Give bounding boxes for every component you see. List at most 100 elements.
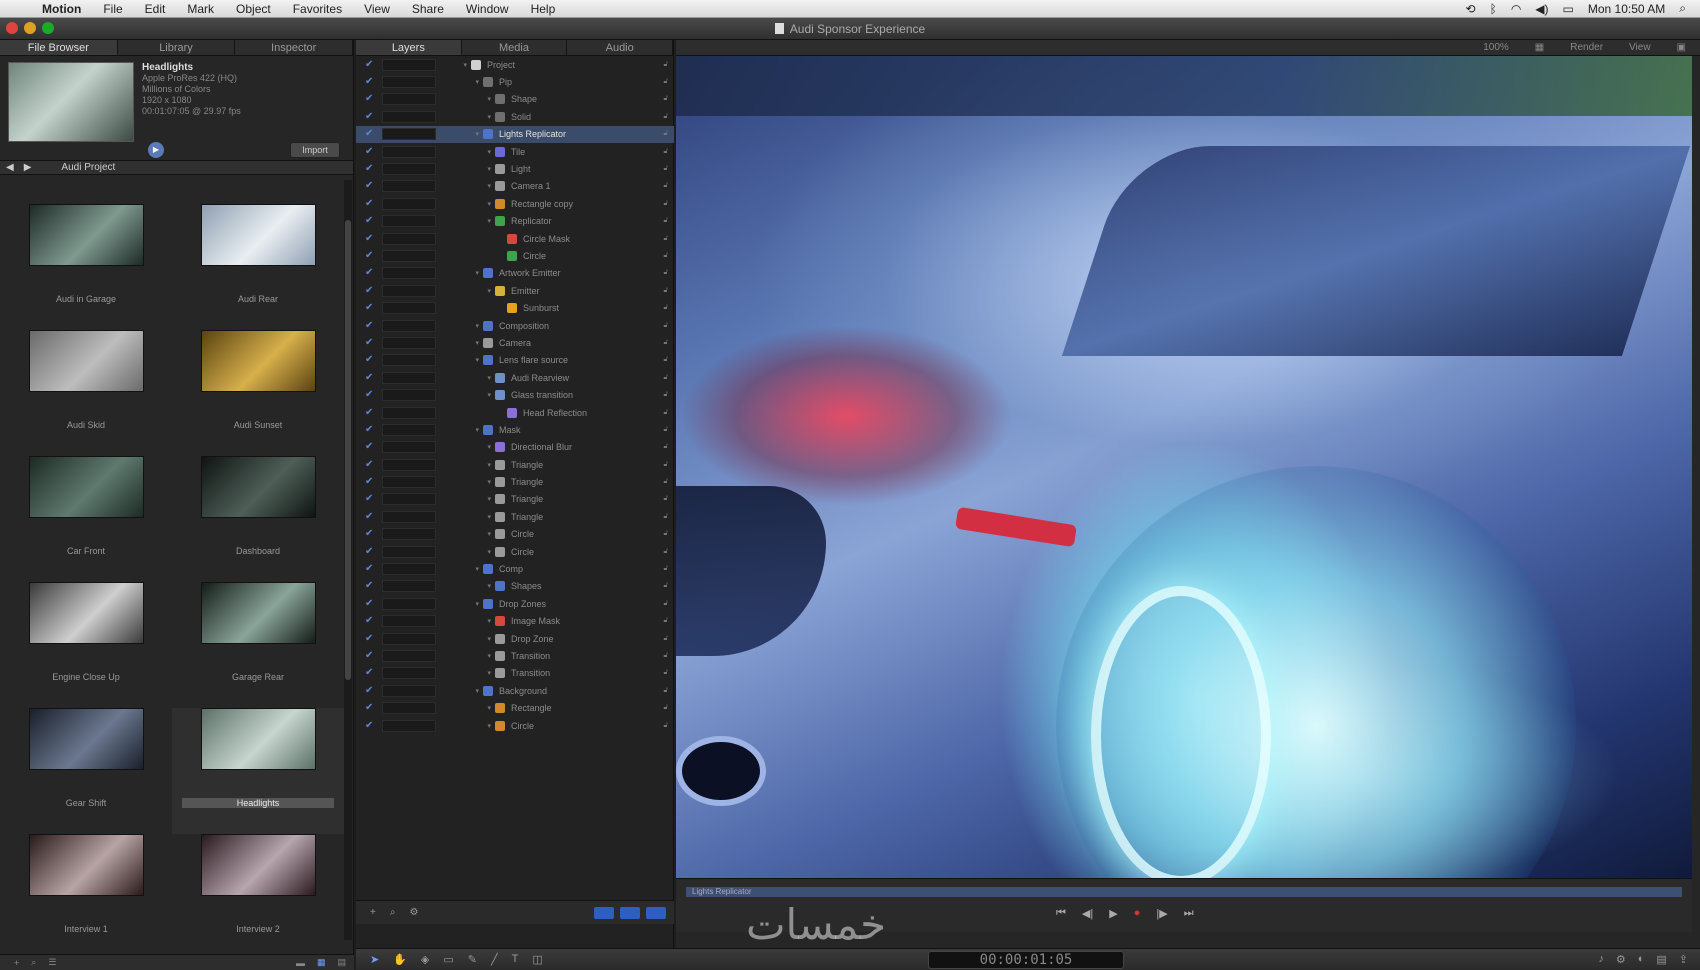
settings-icon[interactable]: ⚙ (409, 907, 418, 918)
new-folder-icon[interactable]: + (14, 958, 19, 968)
clip-item[interactable]: Car Front (0, 456, 172, 582)
layer-row[interactable]: ✔ ▾ Image Mask 🔓︎ (356, 613, 674, 630)
behaviors-icon[interactable]: ⚙ (1616, 953, 1626, 966)
lock-icon[interactable]: 🔓︎ (663, 461, 668, 469)
layer-row[interactable]: ✔ ▾ Rectangle 🔓︎ (356, 699, 674, 716)
layer-enable-checkbox[interactable]: ✔ (365, 146, 375, 157)
wifi-icon[interactable]: ◠ (1511, 2, 1521, 16)
show-behaviors-toggle[interactable] (646, 906, 666, 919)
layer-enable-checkbox[interactable]: ✔ (365, 164, 375, 174)
search-icon[interactable]: ⌕ (31, 957, 36, 968)
lock-icon[interactable]: 🔓︎ (663, 495, 668, 503)
import-button[interactable]: Import (290, 142, 340, 158)
go-to-start-icon[interactable]: ⏮ (1056, 907, 1066, 920)
lock-icon[interactable]: 🔓︎ (663, 513, 668, 521)
clip-item[interactable]: Gear Shift (0, 708, 172, 834)
clip-item[interactable]: Interview 2 (172, 834, 344, 960)
lock-icon[interactable]: 🔓︎ (663, 582, 668, 590)
search-layers-icon[interactable]: ⌕ (390, 907, 396, 918)
color-channels-icon[interactable]: ▦ (1535, 40, 1544, 55)
lock-icon[interactable]: 🔓︎ (663, 356, 668, 364)
lock-icon[interactable]: 🔓︎ (663, 669, 668, 677)
layer-row[interactable]: ✔ ▾ Transition 🔓︎ (356, 647, 674, 664)
layer-enable-checkbox[interactable]: ✔ (365, 372, 375, 383)
menu-mark[interactable]: Mark (187, 2, 214, 16)
volume-icon[interactable]: ◀) (1535, 2, 1548, 16)
battery-icon[interactable]: ▭ (1563, 2, 1574, 16)
layer-row[interactable]: ✔ ▾ Pip 🔓︎ (356, 73, 674, 90)
layer-enable-checkbox[interactable]: ✔ (365, 477, 375, 487)
go-to-end-icon[interactable]: ⏭ (1184, 907, 1194, 920)
mask-tool-icon[interactable]: ◫ (532, 953, 542, 966)
layer-enable-checkbox[interactable]: ✔ (365, 616, 375, 626)
lock-icon[interactable]: 🔓︎ (663, 687, 668, 695)
lock-icon[interactable]: 🔓︎ (663, 252, 668, 260)
layer-row[interactable]: ✔ ▾ Directional Blur 🔓︎ (356, 439, 674, 456)
layer-row[interactable]: ✔ ▾ Background 🔓︎ (356, 682, 674, 699)
layer-enable-checkbox[interactable]: ✔ (365, 285, 375, 296)
view-popup[interactable]: View (1629, 40, 1651, 55)
lock-icon[interactable]: 🔓︎ (663, 95, 668, 103)
layer-row[interactable]: ✔ ▾ Transition 🔓︎ (356, 665, 674, 682)
forward-arrow-icon[interactable]: ▶ (24, 162, 32, 173)
layer-enable-checkbox[interactable]: ✔ (365, 668, 375, 678)
step-forward-icon[interactable]: |▶ (1156, 907, 1167, 920)
layer-row[interactable]: ✔ ▾ Tile 🔓︎ (356, 143, 674, 160)
select-tool-icon[interactable]: ➤ (370, 953, 379, 966)
layer-row[interactable]: ✔ ▾ Artwork Emitter 🔓︎ (356, 265, 674, 282)
layer-enable-checkbox[interactable]: ✔ (365, 511, 375, 522)
clip-item[interactable]: Engine Close Up (0, 582, 172, 708)
layer-row[interactable]: ✔ Circle Mask 🔓︎ (356, 230, 674, 247)
layer-row[interactable]: ✔ ▾ Camera 1 🔓︎ (356, 178, 674, 195)
layer-enable-checkbox[interactable]: ✔ (365, 424, 375, 435)
lock-icon[interactable]: 🔓︎ (663, 182, 668, 190)
step-back-icon[interactable]: ◀| (1082, 907, 1093, 920)
tab-audio[interactable]: Audio (567, 40, 674, 55)
menu-view[interactable]: View (364, 2, 390, 16)
layer-enable-checkbox[interactable]: ✔ (365, 546, 375, 557)
clip-thumbnail[interactable] (200, 582, 316, 644)
layer-enable-checkbox[interactable]: ✔ (365, 685, 375, 696)
layer-row[interactable]: ✔ ▾ Camera 🔓︎ (356, 334, 674, 351)
audio-icon[interactable]: ♪ (1598, 953, 1604, 966)
layer-row[interactable]: ✔ ▾ Circle 🔓︎ (356, 543, 674, 560)
tab-inspector[interactable]: Inspector (235, 40, 354, 55)
lock-icon[interactable]: 🔓︎ (663, 704, 668, 712)
menu-edit[interactable]: Edit (145, 2, 166, 16)
clip-item[interactable]: Dashboard (172, 456, 344, 582)
lock-icon[interactable]: 🔓︎ (663, 478, 668, 486)
layer-enable-checkbox[interactable]: ✔ (365, 181, 375, 191)
render-popup[interactable]: Render (1570, 40, 1603, 55)
lock-icon[interactable]: 🔓︎ (663, 217, 668, 225)
layer-enable-checkbox[interactable]: ✔ (365, 494, 375, 504)
layer-enable-checkbox[interactable]: ✔ (365, 337, 375, 348)
layer-row[interactable]: ✔ ▾ Mask 🔓︎ (356, 421, 674, 438)
layer-enable-checkbox[interactable]: ✔ (365, 529, 375, 539)
back-arrow-icon[interactable]: ◀ (6, 162, 14, 173)
menu-object[interactable]: Object (236, 2, 271, 16)
bezier-tool-icon[interactable]: ✎ (468, 953, 477, 966)
lock-icon[interactable]: 🔓︎ (663, 287, 668, 295)
layer-enable-checkbox[interactable]: ✔ (365, 216, 375, 226)
lock-icon[interactable]: 🔓︎ (663, 565, 668, 573)
layer-row[interactable]: ✔ ▾ Triangle 🔓︎ (356, 473, 674, 490)
zoom-level-popup[interactable]: 100% (1483, 40, 1509, 55)
clip-thumbnail[interactable] (28, 204, 144, 266)
lock-icon[interactable]: 🔓︎ (663, 78, 668, 86)
menu-share[interactable]: Share (412, 2, 444, 16)
time-machine-icon[interactable]: ⟲ (1466, 2, 1476, 16)
layer-enable-checkbox[interactable]: ✔ (365, 355, 375, 365)
layer-enable-checkbox[interactable]: ✔ (365, 233, 375, 244)
window-title-bar[interactable]: Audi Sponsor Experience (0, 18, 1700, 40)
paint-tool-icon[interactable]: ╱ (491, 953, 498, 966)
layer-enable-checkbox[interactable]: ✔ (365, 390, 375, 400)
lock-icon[interactable]: 🔓︎ (663, 617, 668, 625)
clip-thumbnail[interactable] (28, 708, 144, 770)
lock-icon[interactable]: 🔓︎ (663, 548, 668, 556)
layer-row[interactable]: ✔ ▾ Comp 🔓︎ (356, 560, 674, 577)
pan-tool-icon[interactable]: ✋ (393, 953, 407, 966)
layer-enable-checkbox[interactable]: ✔ (365, 720, 375, 731)
clip-thumbnail[interactable] (28, 834, 144, 896)
lock-icon[interactable]: 🔓︎ (663, 200, 668, 208)
clip-thumbnail[interactable] (200, 204, 316, 266)
